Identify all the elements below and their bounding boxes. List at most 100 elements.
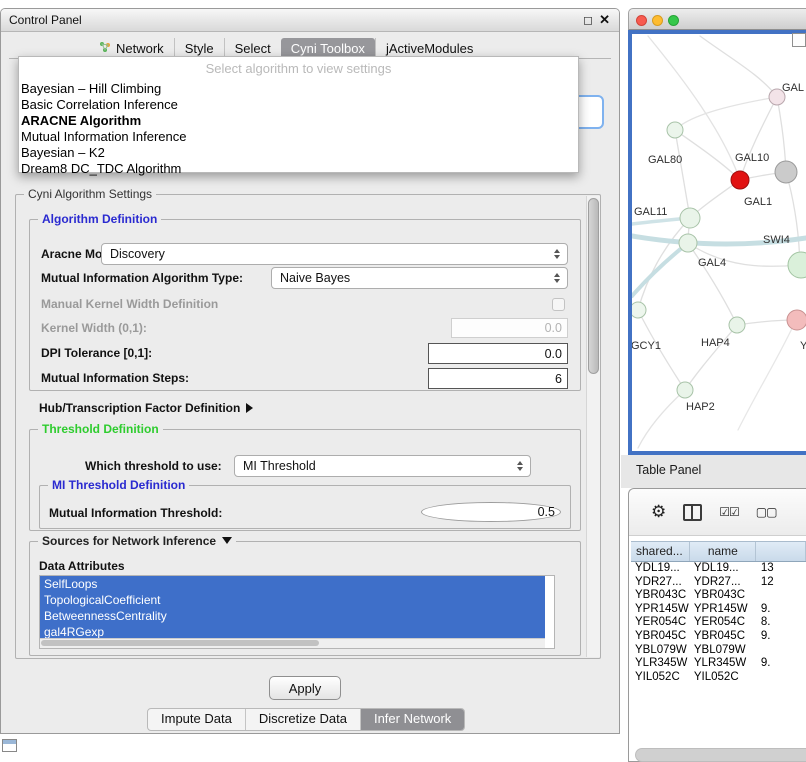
close-window-icon[interactable]: ✕ (599, 9, 610, 31)
tab-impute-data[interactable]: Impute Data (148, 709, 245, 730)
aracne-mode-select[interactable]: Discovery (101, 243, 568, 265)
gear-icon[interactable]: ⚙ (651, 502, 666, 522)
float-window-icon[interactable]: ◻ (583, 9, 593, 31)
network-window-titlebar[interactable] (628, 8, 806, 30)
table-rows: YDL19...YDL19...13YDR27...YDR27...12YBR0… (631, 562, 806, 684)
table-cell: YER054C (631, 616, 690, 630)
apply-button[interactable]: Apply (269, 676, 341, 700)
table-row[interactable]: YBR043CYBR043C (631, 589, 806, 603)
dropdown-item[interactable]: Bayesian – K2 (21, 145, 578, 161)
network-edge[interactable] (675, 130, 740, 180)
table-toolbar: ⚙ ☑☑ ▢▢ (629, 489, 806, 536)
table-cell: 13 (757, 562, 806, 576)
table-cell: YBL079W (690, 644, 757, 658)
scrollbar-thumb[interactable] (588, 198, 599, 374)
columns-icon[interactable] (683, 504, 702, 521)
mi-steps-field[interactable]: 6 (428, 368, 568, 389)
kernel-width-field[interactable]: 0.0 (451, 318, 568, 338)
network-node[interactable] (775, 161, 797, 183)
network-node[interactable] (787, 310, 806, 330)
network-node[interactable] (680, 208, 700, 228)
mi-type-label: Mutual Information Algorithm Type: (41, 271, 243, 285)
dpi-tolerance-field[interactable]: 0.0 (428, 343, 568, 364)
control-panel-titlebar[interactable]: Control Panel ◻ ✕ (1, 9, 619, 32)
network-edge[interactable] (638, 390, 685, 448)
table-row[interactable]: YDR27...YDR27...12 (631, 576, 806, 590)
network-edge[interactable] (786, 172, 800, 265)
network-edge[interactable] (740, 97, 777, 180)
mi-type-select[interactable]: Naive Bayes (271, 267, 568, 289)
table-cell: YBR045C (631, 630, 690, 644)
table-row[interactable]: YER054CYER054C8. (631, 616, 806, 630)
network-node[interactable] (729, 317, 745, 333)
table-cell: YPR145W (690, 603, 757, 617)
mi-steps-value: 6 (555, 372, 562, 386)
dropdown-item[interactable]: ARACNE Algorithm (21, 113, 578, 129)
minimize-traffic-light-icon[interactable] (652, 15, 663, 26)
table-cell: YIL052C (631, 671, 690, 685)
zoom-traffic-light-icon[interactable] (668, 15, 679, 26)
node-label: GAL1 (744, 196, 772, 208)
kernel-width-label: Kernel Width (0,1): (41, 321, 147, 335)
table-cell: YBL079W (631, 644, 690, 658)
node-label: HAP4 (701, 337, 730, 349)
attribute-list-item[interactable]: TopologicalCoefficient (40, 592, 545, 608)
table-row[interactable]: YLR345WYLR345W9. (631, 657, 806, 671)
network-node[interactable] (679, 234, 697, 252)
node-label: GAL80 (648, 154, 682, 166)
data-attributes-list: SelfLoopsTopologicalCoefficientBetweenne… (39, 575, 555, 649)
manual-kernel-checkbox[interactable] (552, 298, 565, 311)
table-cell: YDL19... (690, 562, 757, 576)
network-edge[interactable] (675, 97, 777, 130)
attribute-list-item[interactable]: BetweennessCentrality (40, 608, 545, 624)
table-row[interactable]: YIL052CYIL052C (631, 671, 806, 685)
table-row[interactable]: YDL19...YDL19...13 (631, 562, 806, 576)
hub-section-toggle[interactable]: Hub/Transcription Factor Definition (39, 401, 253, 415)
tab-label: jActiveModules (386, 41, 473, 56)
scrollbar-thumb[interactable] (41, 640, 319, 646)
network-node[interactable] (731, 171, 749, 189)
column-header[interactable]: name (690, 542, 756, 561)
mi-threshold-field[interactable]: 0.5 (421, 502, 561, 522)
network-edge[interactable] (632, 243, 688, 296)
sources-toggle[interactable]: Sources for Network Inference (38, 534, 236, 548)
network-node[interactable] (788, 252, 806, 278)
tab-discretize-data[interactable]: Discretize Data (245, 709, 360, 730)
table-row[interactable]: YBL079WYBL079W (631, 644, 806, 658)
list-horizontal-scrollbar[interactable] (40, 638, 545, 648)
network-node[interactable] (677, 382, 693, 398)
dropdown-item[interactable]: Basic Correlation Inference (21, 97, 578, 113)
select-all-icon[interactable]: ☑☑ (719, 505, 739, 519)
column-header[interactable]: shared... (631, 542, 690, 561)
close-traffic-light-icon[interactable] (636, 15, 647, 26)
network-edge[interactable] (738, 320, 796, 430)
network-node[interactable] (667, 122, 683, 138)
table-cell: YBR043C (631, 589, 690, 603)
settings-group-title: Cyni Algorithm Settings (24, 187, 156, 201)
network-edge[interactable] (685, 325, 737, 390)
table-bottom-scrollbar[interactable] (635, 748, 806, 762)
table-row[interactable]: YBR045CYBR045C9. (631, 630, 806, 644)
settings-vertical-scrollbar[interactable] (586, 196, 600, 657)
dropdown-item[interactable]: Bayesian – Hill Climbing (21, 81, 578, 97)
network-edge[interactable] (675, 130, 690, 218)
attribute-list-item[interactable]: SelfLoops (40, 576, 545, 592)
node-label: HAP2 (686, 401, 715, 413)
tab-label: Cyni Toolbox (291, 41, 365, 56)
network-node[interactable] (632, 302, 646, 318)
hidden-panel-icon[interactable] (2, 739, 17, 752)
dpi-tolerance-label: DPI Tolerance [0,1]: (41, 346, 152, 360)
table-cell: 9. (757, 630, 806, 644)
network-edge[interactable] (700, 36, 777, 97)
dropdown-item[interactable]: Mutual Information Inference (21, 129, 578, 145)
which-threshold-select[interactable]: MI Threshold (234, 455, 531, 477)
table-cell: YIL052C (690, 671, 757, 685)
dropdown-item[interactable]: Dream8 DC_TDC Algorithm (21, 161, 578, 177)
deselect-all-icon[interactable]: ▢▢ (756, 505, 777, 519)
table-row[interactable]: YPR145WYPR145W9. (631, 603, 806, 617)
aracne-mode-value: Discovery (110, 247, 552, 261)
column-header[interactable] (756, 542, 806, 561)
tab-infer-network[interactable]: Infer Network (360, 709, 464, 730)
table-cell: 9. (757, 603, 806, 617)
node-label: GAL10 (735, 152, 769, 164)
